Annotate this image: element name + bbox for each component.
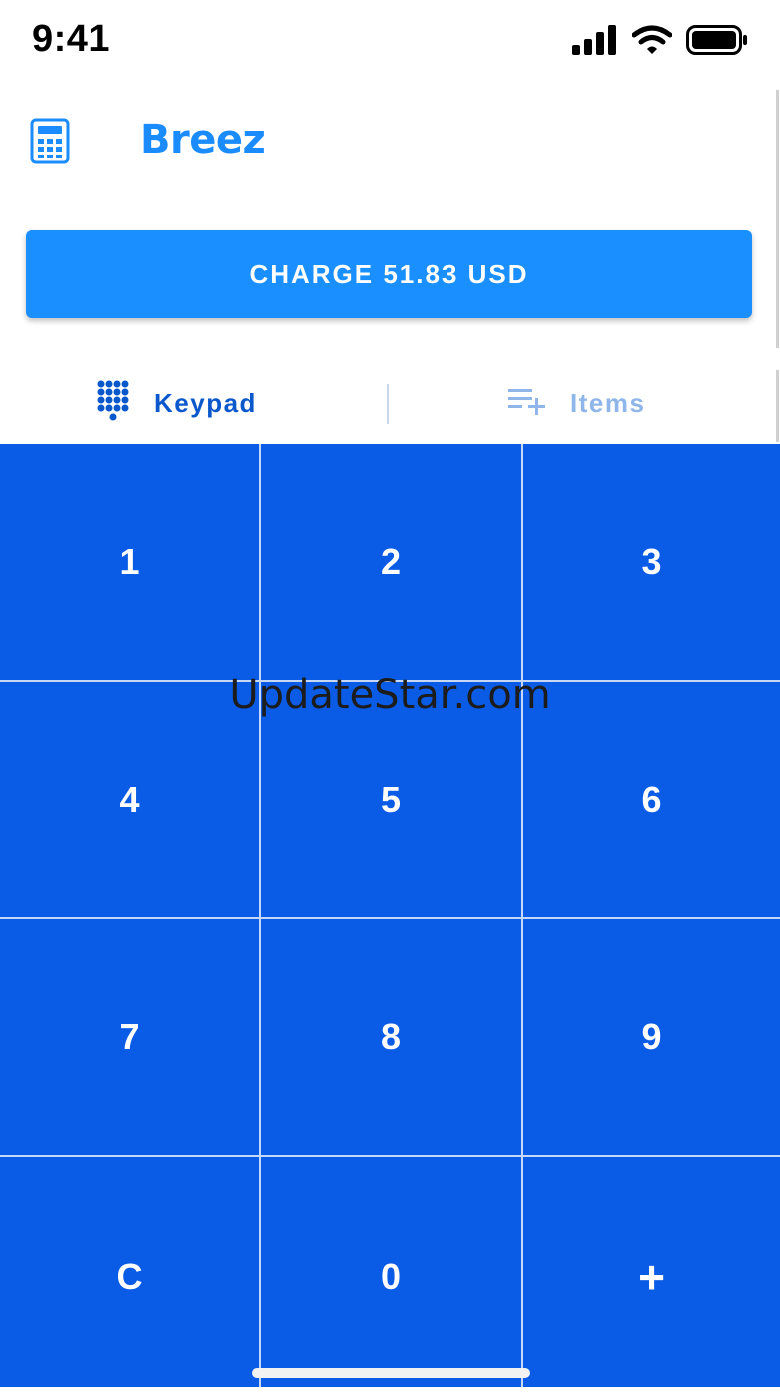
home-indicator[interactable] — [252, 1368, 530, 1378]
tab-bar: Keypad Items — [0, 360, 780, 446]
tab-divider — [387, 384, 389, 424]
key-clear[interactable]: C — [0, 1157, 259, 1397]
keypad-dots-icon — [96, 379, 132, 428]
calculator-icon[interactable] — [30, 118, 70, 164]
brand-logo: Breez — [140, 112, 266, 168]
status-time: 9:41 — [32, 18, 111, 60]
key-6[interactable]: 6 — [523, 682, 780, 917]
key-5[interactable]: 5 — [261, 682, 521, 917]
key-3[interactable]: 3 — [523, 444, 780, 680]
key-7[interactable]: 7 — [0, 919, 259, 1155]
scroll-edge — [776, 90, 779, 348]
key-9[interactable]: 9 — [523, 919, 780, 1155]
key-4[interactable]: 4 — [0, 682, 259, 917]
wifi-icon — [631, 25, 673, 60]
app-header: Breez — [0, 100, 780, 190]
key-2[interactable]: 2 — [261, 444, 521, 680]
list-add-icon — [506, 386, 548, 421]
key-1[interactable]: 1 — [0, 444, 259, 680]
cellular-signal-icon — [572, 24, 618, 60]
status-bar: 9:41 — [0, 0, 780, 88]
tab-keypad-label: Keypad — [154, 387, 257, 418]
tab-items-label: Items — [570, 387, 646, 418]
key-8[interactable]: 8 — [261, 919, 521, 1155]
tab-keypad[interactable]: Keypad — [96, 360, 257, 446]
status-icons — [572, 24, 748, 60]
tab-items[interactable]: Items — [506, 360, 645, 446]
keypad: 1 2 3 4 5 6 7 8 9 C 0 + — [0, 444, 780, 1387]
scroll-edge — [776, 370, 779, 442]
key-plus[interactable]: + — [523, 1157, 780, 1397]
charge-button[interactable]: CHARGE 51.83 USD — [26, 230, 752, 318]
battery-icon — [686, 24, 748, 60]
key-0[interactable]: 0 — [261, 1157, 521, 1397]
brand-name: Breez — [140, 117, 266, 163]
